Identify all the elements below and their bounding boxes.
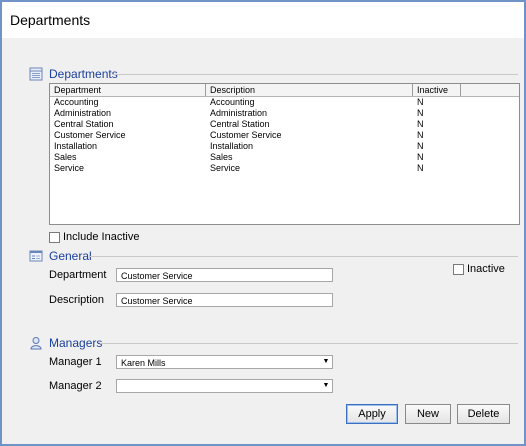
- description-label: Description: [49, 294, 105, 306]
- manager-1-value: Karen Mills: [121, 358, 166, 368]
- table-row[interactable]: Installation Installation N: [50, 141, 519, 152]
- cell-department: Customer Service: [54, 130, 126, 140]
- apply-button[interactable]: Apply: [346, 404, 398, 424]
- grid-rows: Accounting Accounting N Administration A…: [50, 97, 519, 174]
- cell-description: Accounting: [210, 97, 255, 107]
- table-row[interactable]: Sales Sales N: [50, 152, 519, 163]
- form-icon: [29, 249, 43, 263]
- column-header-description[interactable]: Description: [206, 84, 413, 96]
- cell-description: Sales: [210, 152, 233, 162]
- general-section-label: General: [49, 249, 92, 263]
- department-label: Department: [49, 269, 107, 281]
- cell-inactive: N: [417, 163, 424, 173]
- cell-description: Service: [210, 163, 241, 173]
- departments-window: Departments Departments Department Descr…: [0, 0, 526, 446]
- window-content: Departments Department Description Inact…: [2, 38, 524, 444]
- window-title: Departments: [10, 12, 91, 28]
- cell-department: Administration: [54, 108, 112, 118]
- general-divider: [90, 256, 518, 257]
- user-icon: [29, 336, 43, 350]
- new-button[interactable]: New: [405, 404, 451, 424]
- cell-department: Accounting: [54, 97, 99, 107]
- table-row[interactable]: Accounting Accounting N: [50, 97, 519, 108]
- departments-divider: [112, 74, 518, 75]
- cell-inactive: N: [417, 108, 424, 118]
- grid-header: Department Description Inactive: [50, 84, 519, 97]
- cell-description: Administration: [210, 108, 268, 118]
- inactive-checkbox[interactable]: [453, 264, 464, 275]
- inactive-label[interactable]: Inactive: [467, 263, 505, 275]
- departments-grid[interactable]: Department Description Inactive Accounti…: [49, 83, 520, 225]
- manager-2-select[interactable]: ▼: [116, 379, 333, 393]
- cell-description: Installation: [210, 141, 254, 151]
- delete-button[interactable]: Delete: [457, 404, 510, 424]
- chevron-down-icon[interactable]: ▼: [321, 381, 331, 391]
- managers-section-label: Managers: [49, 336, 103, 350]
- description-field[interactable]: Customer Service: [116, 293, 333, 307]
- column-header-inactive[interactable]: Inactive: [413, 84, 461, 96]
- chevron-down-icon[interactable]: ▼: [321, 357, 331, 367]
- column-header-department[interactable]: Department: [50, 84, 206, 96]
- cell-department: Sales: [54, 152, 77, 162]
- cell-description: Customer Service: [210, 130, 282, 140]
- table-row[interactable]: Customer Service Customer Service N: [50, 130, 519, 141]
- table-row[interactable]: Central Station Central Station N: [50, 119, 519, 130]
- general-section-header: General: [29, 248, 92, 264]
- include-inactive-checkbox[interactable]: [49, 232, 60, 243]
- cell-department: Installation: [54, 141, 98, 151]
- departments-section-header: Departments: [29, 66, 118, 82]
- include-inactive-label[interactable]: Include Inactive: [63, 231, 139, 243]
- table-row[interactable]: Administration Administration N: [50, 108, 519, 119]
- window-titlebar: Departments: [2, 2, 524, 38]
- list-grid-icon: [29, 67, 43, 81]
- cell-inactive: N: [417, 152, 424, 162]
- cell-department: Service: [54, 163, 85, 173]
- cell-inactive: N: [417, 141, 424, 151]
- manager-1-select[interactable]: Karen Mills ▼: [116, 355, 333, 369]
- cell-inactive: N: [417, 97, 424, 107]
- manager-2-label: Manager 2: [49, 380, 102, 392]
- managers-divider: [100, 343, 518, 344]
- cell-inactive: N: [417, 119, 424, 129]
- manager-1-label: Manager 1: [49, 356, 102, 368]
- cell-description: Central Station: [210, 119, 270, 129]
- managers-section-header: Managers: [29, 335, 102, 351]
- table-row[interactable]: Service Service N: [50, 163, 519, 174]
- cell-department: Central Station: [54, 119, 114, 129]
- cell-inactive: N: [417, 130, 424, 140]
- department-field[interactable]: Customer Service: [116, 268, 333, 282]
- departments-section-label: Departments: [49, 67, 118, 81]
